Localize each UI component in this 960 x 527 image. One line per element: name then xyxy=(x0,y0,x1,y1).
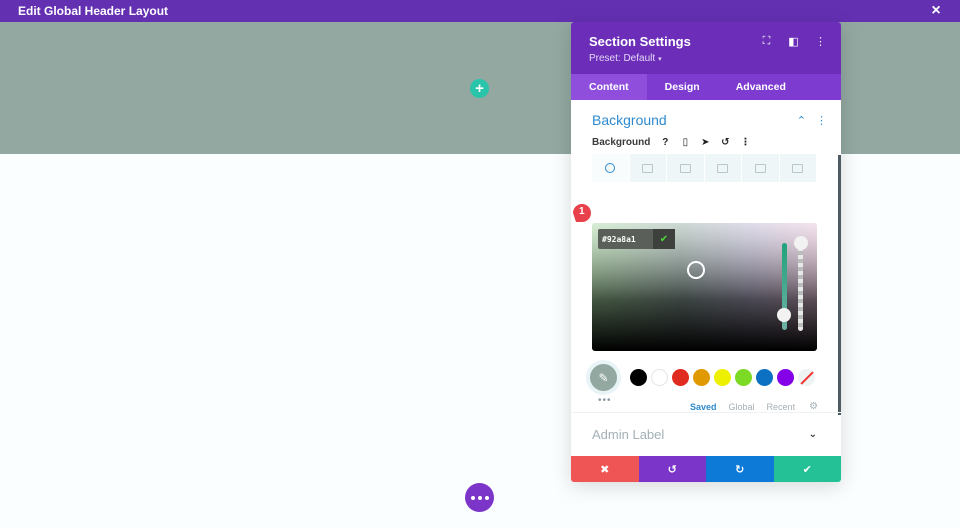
dot-icon xyxy=(484,495,489,500)
swatch-green[interactable] xyxy=(735,369,752,386)
palette-tab-global[interactable]: Global xyxy=(729,402,755,412)
color-selector-handle[interactable] xyxy=(687,261,705,279)
preset-selector[interactable]: Preset: Default ▾ xyxy=(589,53,823,64)
hex-value[interactable]: #92a8a1 xyxy=(598,235,653,244)
undo-button[interactable]: ↺ xyxy=(638,456,706,482)
page-settings-button[interactable] xyxy=(465,483,494,512)
gear-icon[interactable]: ⚙ xyxy=(809,401,818,412)
mask-icon xyxy=(792,163,804,173)
palette-tab-recent[interactable]: Recent xyxy=(767,402,796,412)
pattern-icon xyxy=(754,163,766,173)
more-swatches-icon[interactable]: ••• xyxy=(598,395,612,406)
modal-header[interactable]: Section Settings Preset: Default ▾ ⛶ ◧ ⋮ xyxy=(571,22,841,74)
redo-button[interactable]: ↻ xyxy=(706,456,774,482)
bg-type-video-tab[interactable] xyxy=(704,154,741,182)
swatch-red[interactable] xyxy=(672,369,689,386)
tab-advanced[interactable]: Advanced xyxy=(718,74,804,100)
section-settings-modal: Section Settings Preset: Default ▾ ⛶ ◧ ⋮ … xyxy=(571,22,841,482)
close-icon[interactable]: × xyxy=(928,3,944,19)
swatch-orange[interactable] xyxy=(693,369,710,386)
swatch-black[interactable] xyxy=(630,369,647,386)
color-picker-area[interactable]: #92a8a1 ✔ xyxy=(592,223,817,351)
save-button[interactable]: ✔ xyxy=(773,456,841,482)
video-icon xyxy=(717,163,729,173)
layout-title: Edit Global Header Layout xyxy=(18,4,169,18)
chevron-down-icon[interactable]: ⌄ xyxy=(809,429,817,440)
preset-label: Preset: Default xyxy=(589,53,656,64)
more-options-icon[interactable]: ⋮ xyxy=(814,35,827,48)
hue-slider-handle[interactable] xyxy=(777,308,791,322)
fullscreen-icon[interactable]: ⛶ xyxy=(760,35,773,48)
bg-type-pattern-tab[interactable] xyxy=(742,154,779,182)
background-toggle-header[interactable]: Background ⌃ ⋮ xyxy=(571,100,841,128)
bg-type-gradient-tab[interactable] xyxy=(629,154,666,182)
responsive-icon[interactable]: ▯ xyxy=(680,137,690,148)
tab-content[interactable]: Content xyxy=(571,74,647,100)
dot-icon xyxy=(470,495,475,500)
confirm-check-icon[interactable]: ✔ xyxy=(653,229,675,249)
swatch-purple[interactable] xyxy=(777,369,794,386)
bg-type-image-tab[interactable] xyxy=(667,154,704,182)
opacity-slider[interactable] xyxy=(798,239,803,331)
swatch-blue[interactable] xyxy=(756,369,773,386)
help-icon[interactable]: ? xyxy=(660,137,670,148)
paint-bucket-icon xyxy=(605,163,616,173)
bg-type-mask-tab[interactable] xyxy=(779,154,816,182)
color-swatches: ✎ xyxy=(590,364,819,391)
opacity-slider-handle[interactable] xyxy=(794,236,808,250)
swatch-yellow[interactable] xyxy=(714,369,731,386)
palette-tabs: Saved Global Recent ⚙ xyxy=(690,401,818,412)
modal-footer: ✖ ↺ ↻ ✔ xyxy=(571,456,841,482)
gradient-icon xyxy=(642,163,654,173)
eyedropper-icon[interactable]: ✎ xyxy=(590,364,617,391)
reset-icon[interactable]: ↺ xyxy=(720,137,730,148)
hex-input[interactable]: #92a8a1 ✔ xyxy=(598,229,675,249)
admin-label-heading: Admin Label xyxy=(592,427,665,442)
top-bar: Edit Global Header Layout × xyxy=(0,0,960,22)
hover-cursor-icon[interactable]: ➤ xyxy=(700,137,710,148)
group-menu-icon[interactable]: ⋮ xyxy=(816,114,827,127)
sidebar-toggle-icon[interactable]: ◧ xyxy=(787,35,800,48)
settings-tabs: Content Design Advanced xyxy=(571,74,841,100)
dot-icon xyxy=(477,495,482,500)
cancel-button[interactable]: ✖ xyxy=(571,456,639,482)
add-module-button[interactable]: + xyxy=(470,79,489,98)
bg-type-color-tab[interactable] xyxy=(592,154,629,182)
tab-design[interactable]: Design xyxy=(647,74,718,100)
palette-tab-saved[interactable]: Saved xyxy=(690,402,717,412)
chevron-up-icon[interactable]: ⌃ xyxy=(797,114,806,127)
background-field-label-row: Background ? ▯ ➤ ↺ ⋮ xyxy=(571,128,841,148)
settings-body: Background ⌃ ⋮ Background ? ▯ ➤ ↺ ⋮ #92a… xyxy=(571,100,841,456)
image-icon xyxy=(679,163,691,173)
swatch-transparent[interactable] xyxy=(798,369,815,386)
background-field-label: Background xyxy=(592,137,651,148)
background-heading: Background xyxy=(592,112,667,128)
step-badge-number: 1 xyxy=(579,206,585,217)
swatch-white[interactable] xyxy=(651,369,668,386)
caret-down-icon: ▾ xyxy=(658,56,662,63)
field-menu-icon[interactable]: ⋮ xyxy=(740,137,750,148)
admin-label-toggle[interactable]: Admin Label ⌄ xyxy=(571,412,841,456)
scrollbar[interactable] xyxy=(838,155,841,415)
background-type-tabs xyxy=(592,154,817,182)
